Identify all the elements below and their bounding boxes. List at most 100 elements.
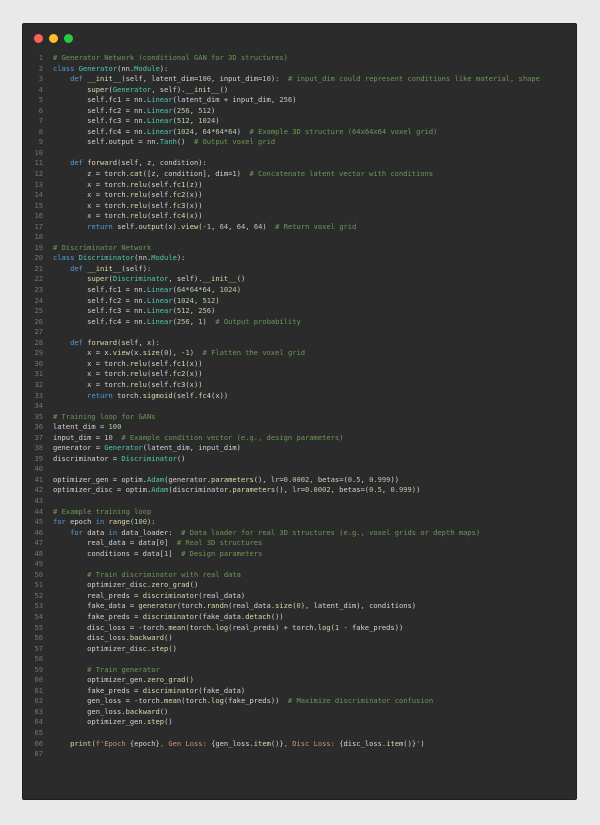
code-token: # Return voxel grid	[275, 221, 357, 231]
line-text: x = torch.relu(self.fc4(x))	[53, 211, 202, 222]
code-line: 59 # Train generator	[23, 665, 576, 676]
code-token: 256	[198, 306, 212, 316]
code-token: ))	[411, 485, 421, 495]
code-token: gen_loss.	[53, 706, 126, 716]
code-line: 11 def forward(self, z, condition):	[23, 158, 576, 169]
line-number: 11	[34, 158, 43, 168]
code-token: disc_loss.	[53, 633, 130, 643]
code-line: 45 for epoch in range(100):	[23, 517, 576, 528]
code-token: ,	[189, 105, 199, 115]
code-token: (x).	[164, 221, 182, 231]
code-token: (self, x):	[117, 337, 160, 347]
code-line: 2 class Generator(nn.Module):	[23, 64, 576, 75]
code-token: self.fc2 = nn.	[53, 295, 147, 305]
code-line: 15 x = torch.relu(self.fc3(x))	[23, 201, 576, 212]
code-token: mean	[164, 696, 182, 706]
code-token: 64	[219, 221, 229, 231]
line-number: 46	[34, 527, 43, 537]
line-number: 19	[34, 242, 43, 252]
line-text: for data in data_loader: # Data loader f…	[53, 528, 480, 539]
code-token: generator =	[53, 443, 105, 453]
code-token: )	[292, 95, 297, 105]
line-number: 16	[34, 211, 43, 221]
line-text: optimizer_gen.step()	[53, 717, 172, 728]
code-token: x = torch.	[53, 211, 130, 221]
code-token: forward	[87, 337, 118, 347]
code-editor[interactable]: 1 # Generator Network (conditional GAN fo…	[23, 53, 576, 760]
minimize-button[interactable]	[49, 34, 58, 43]
code-token: (self.	[146, 211, 173, 221]
code-token: )	[215, 295, 220, 305]
code-token: Generator	[104, 443, 143, 453]
line-number: 35	[34, 411, 43, 421]
code-token: 1024	[176, 126, 194, 136]
line-number: 21	[34, 263, 43, 273]
code-token: ))	[390, 474, 399, 484]
code-token: )	[236, 285, 241, 295]
code-token: size	[142, 348, 160, 358]
code-token: (self.	[146, 379, 173, 389]
code-line: 9 self.output = nn.Tanh() # Output voxel…	[23, 137, 576, 148]
code-token: optimizer_disc.	[53, 580, 152, 590]
code-line: 46 for data in data_loader: # Data loade…	[23, 528, 576, 539]
code-token: (discriminator.	[168, 485, 233, 495]
line-text: # Discriminator Network	[53, 243, 151, 254]
code-token: # Concatenate latent vector with conditi…	[249, 169, 434, 179]
code-token: Linear	[146, 306, 173, 316]
code-line: 48 conditions = data[1] # Design paramet…	[23, 549, 576, 560]
code-token: 512	[176, 306, 190, 316]
code-token: x = torch.	[53, 379, 130, 389]
code-token: class	[53, 63, 79, 73]
code-token: (fake_data.	[198, 611, 246, 621]
code-token: , betas=(	[330, 485, 370, 495]
code-token: ):	[146, 517, 156, 527]
close-button[interactable]	[34, 34, 43, 43]
code-token: - fake_preds))	[339, 622, 404, 632]
line-number: 34	[34, 401, 43, 411]
code-token: , Disc Loss:	[283, 738, 340, 748]
code-token: (x))	[185, 190, 203, 200]
line-text: x = torch.relu(self.fc1(x))	[53, 359, 202, 370]
code-token: (x))	[185, 369, 203, 379]
code-token: fc2	[172, 190, 186, 200]
line-text: super(Discriminator, self).__init__()	[53, 274, 245, 285]
line-number: 51	[34, 580, 43, 590]
code-token: input_dim =	[53, 432, 105, 442]
code-token: ,	[193, 126, 203, 136]
code-token: Linear	[146, 116, 173, 126]
code-token: x = torch.	[53, 190, 130, 200]
code-token: def	[70, 158, 88, 168]
code-line: 39 discriminator = Discriminator()	[23, 454, 576, 465]
code-line: 22 super(Discriminator, self).__init__()	[23, 274, 576, 285]
code-token: z = torch.	[53, 169, 130, 179]
code-token: )	[189, 348, 203, 358]
code-token: 512	[176, 116, 190, 126]
code-token: Discriminator	[78, 253, 135, 263]
code-token: step	[151, 643, 169, 653]
code-line: 43	[23, 496, 576, 507]
line-text: x = torch.relu(self.fc1(z))	[53, 180, 202, 191]
code-token: gen_loss = -torch.	[53, 696, 165, 706]
code-token: (real_preds) + torch.	[228, 622, 318, 632]
code-token: x = x.	[53, 348, 113, 358]
line-number: 33	[34, 390, 43, 400]
code-token: epoch	[70, 517, 96, 527]
code-token: ()	[168, 643, 177, 653]
code-token: range	[108, 517, 130, 527]
code-token: (fake_preds))	[223, 696, 288, 706]
line-number: 38	[34, 443, 43, 453]
code-token: item	[253, 738, 271, 748]
line-text: fake_data = generator(torch.randn(real_d…	[53, 601, 416, 612]
code-token: 64	[228, 126, 237, 136]
code-token: Linear	[146, 105, 173, 115]
code-token: self.fc4 = nn.	[53, 126, 147, 136]
maximize-button[interactable]	[64, 34, 73, 43]
line-text: # Generator Network (conditional GAN for…	[53, 53, 288, 64]
line-number: 39	[34, 453, 43, 463]
code-token: real_preds =	[53, 590, 143, 600]
code-window: 1 # Generator Network (conditional GAN fo…	[22, 23, 577, 800]
code-token: (latent_dim, input_dim)	[142, 443, 241, 453]
line-number: 45	[34, 517, 43, 527]
